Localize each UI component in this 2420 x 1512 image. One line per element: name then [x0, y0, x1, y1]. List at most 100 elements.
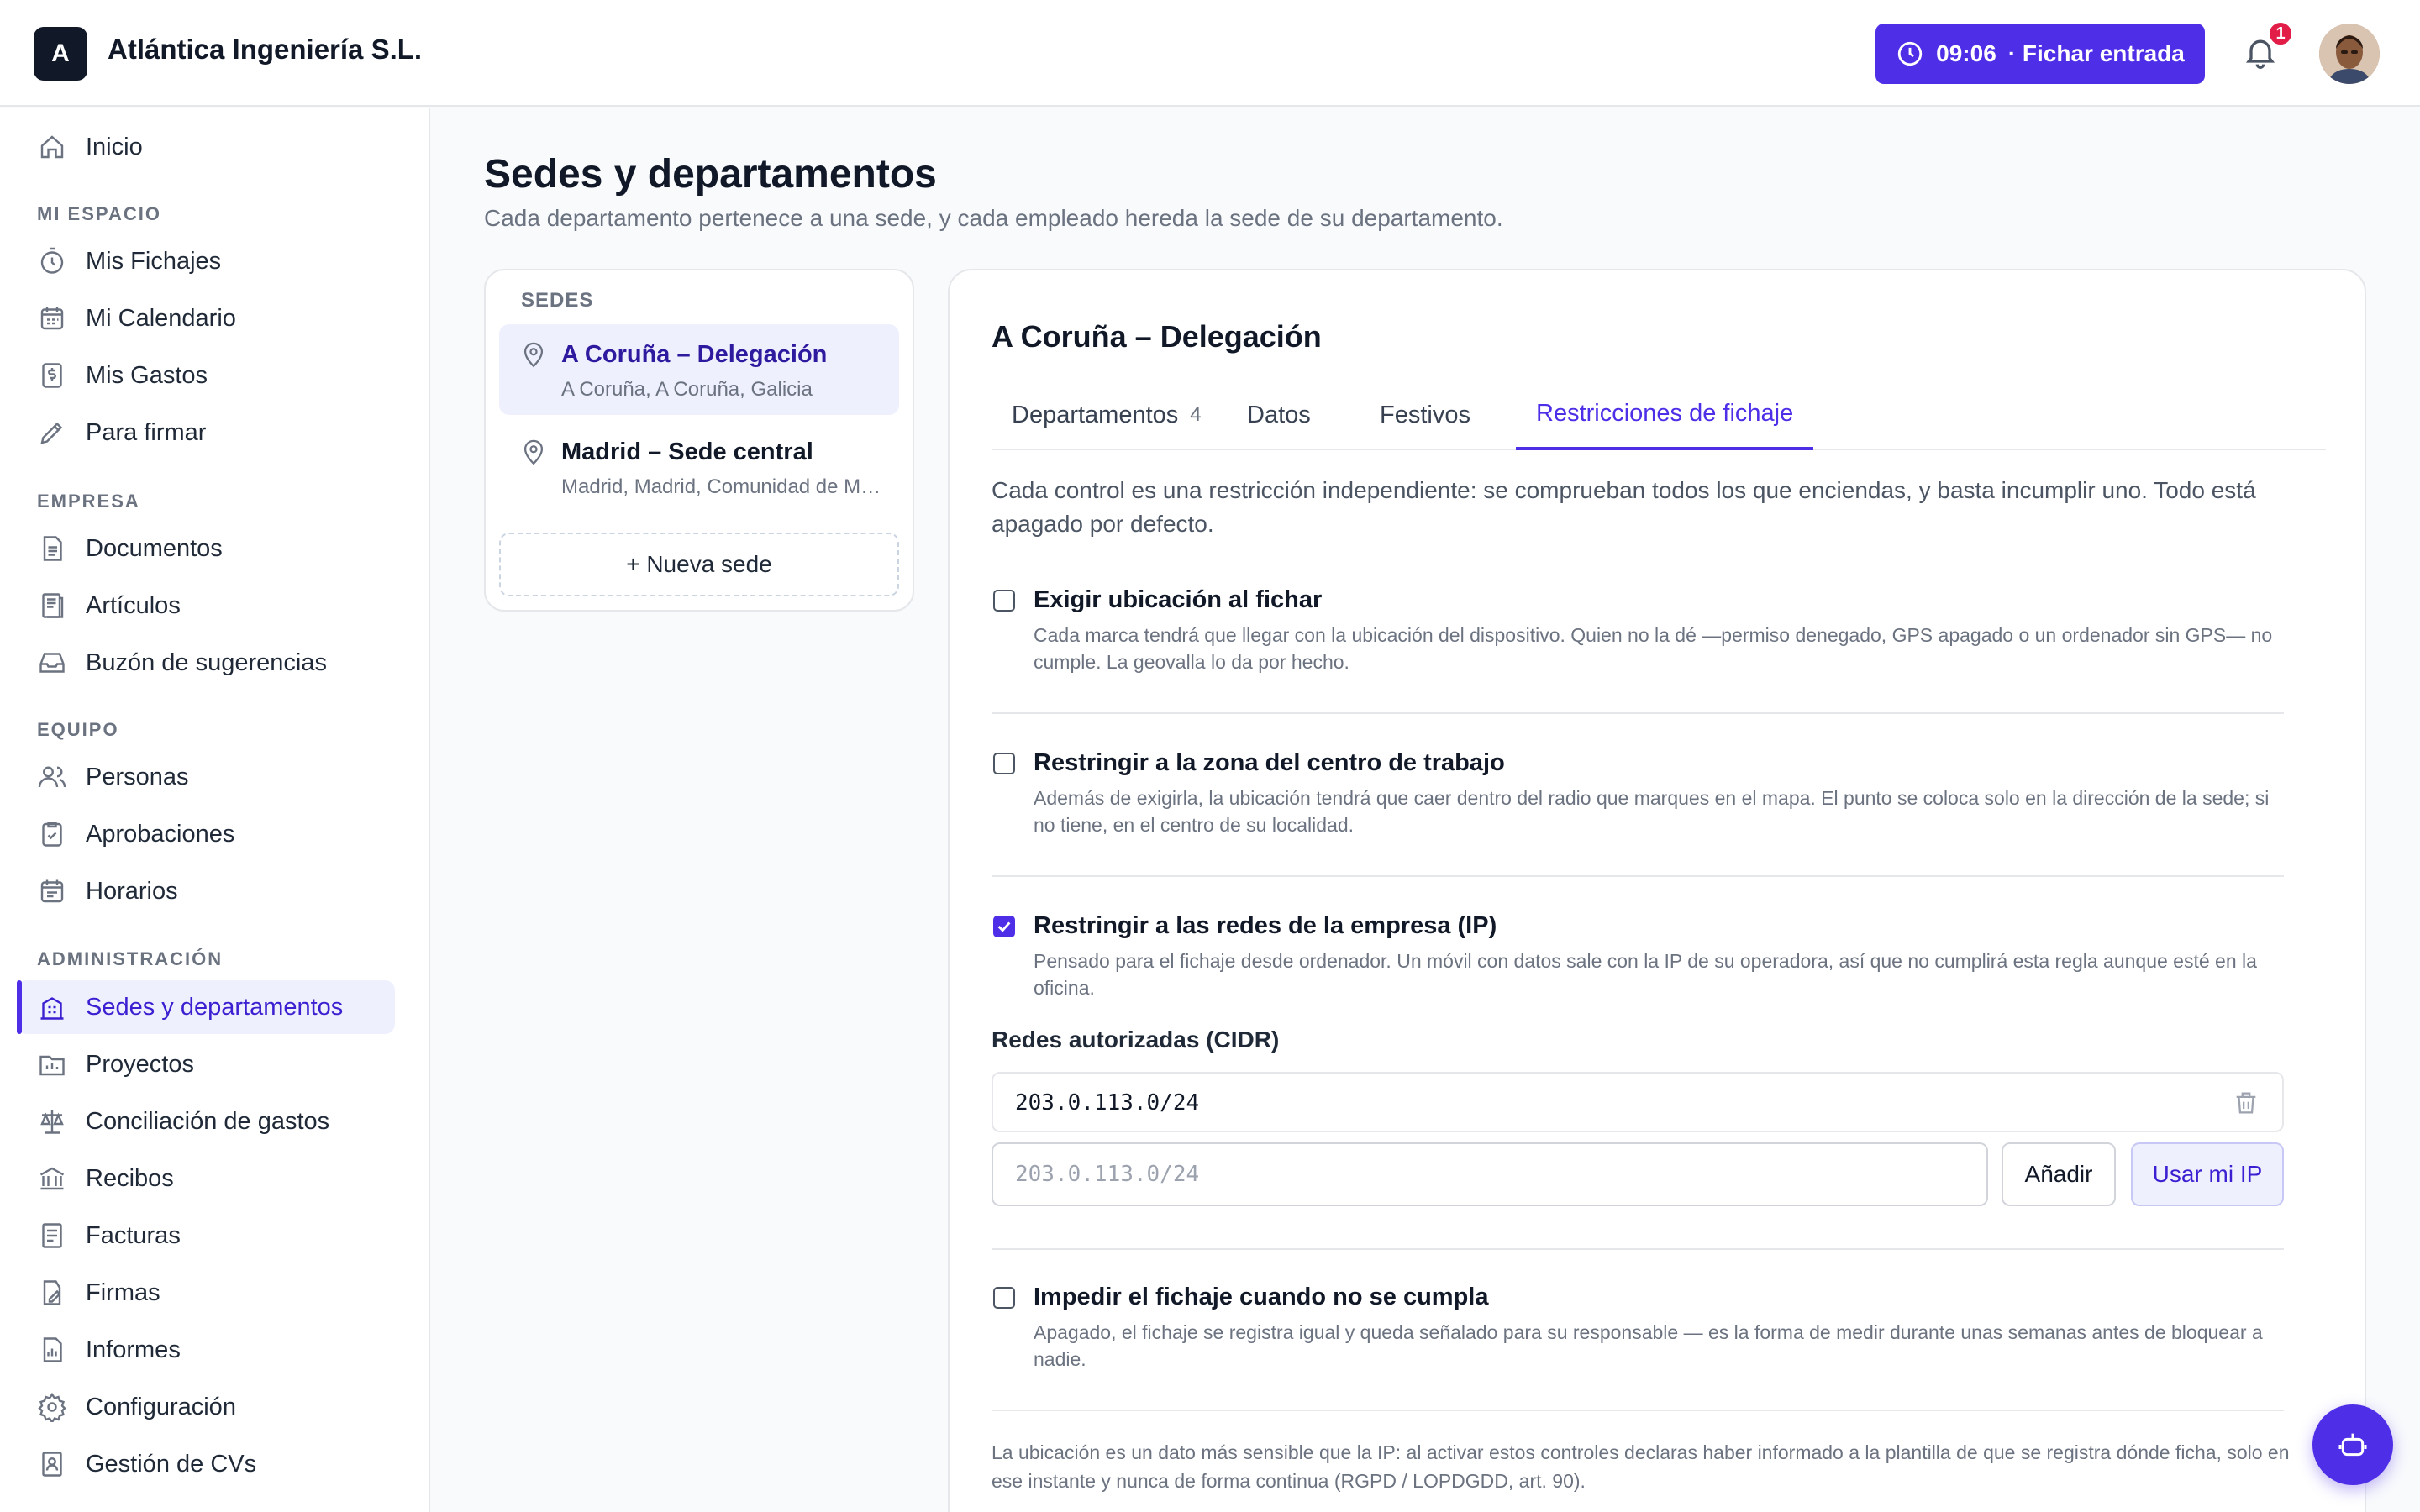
assistant-button[interactable]	[2312, 1404, 2393, 1485]
sidebar-item-label: Informes	[86, 1336, 181, 1363]
sidebar-item-horarios[interactable]: Horarios	[17, 864, 395, 918]
sidebar-item-label: Artículos	[86, 591, 181, 619]
use-my-ip-button[interactable]: Usar mi IP	[2131, 1142, 2284, 1206]
trash-icon[interactable]	[2232, 1089, 2260, 1117]
company-name[interactable]: Atlántica Ingeniería S.L.	[108, 34, 422, 66]
sidebar-item-label: Conciliación de gastos	[86, 1107, 330, 1135]
section-empresa: EMPRESA	[37, 491, 140, 512]
divider	[992, 1248, 2284, 1250]
section-administracion: ADMINISTRACIÓN	[37, 948, 224, 969]
stopwatch-icon	[40, 247, 64, 274]
sidebar-item-label: Mi Calendario	[86, 304, 236, 332]
sidebar-item-documentos[interactable]: Documentos	[17, 522, 395, 575]
tab-label: Festivos	[1380, 401, 1470, 428]
tab-count: 4	[1190, 403, 1202, 426]
sidebar-item-recibos[interactable]: Recibos	[17, 1152, 395, 1205]
cv-icon	[42, 1452, 62, 1477]
rule-checkbox[interactable]	[993, 1287, 1015, 1309]
top-bar: A Atlántica Ingeniería S.L. 09:06 · Fich…	[0, 0, 2420, 107]
gear-icon	[38, 1392, 66, 1422]
tab-label: Restricciones de fichaje	[1536, 399, 1794, 427]
sidebar-item-label: Personas	[86, 763, 189, 790]
new-sede-button[interactable]: + Nueva sede	[499, 533, 899, 596]
sidebar-item-label: Firmas	[86, 1278, 160, 1306]
sidebar-item-mis-fichajes[interactable]: Mis Fichajes	[17, 234, 395, 288]
rule-checkbox[interactable]	[993, 590, 1015, 612]
sidebar-item-label: Aprobaciones	[86, 820, 235, 848]
schedule-icon	[40, 879, 64, 903]
calendar-icon	[40, 307, 64, 330]
divider	[992, 1410, 2284, 1411]
clock-action-label: · Fichar entrada	[2007, 40, 2185, 66]
sidebar-item-label: Facturas	[86, 1221, 181, 1249]
sidebar-item-articulos[interactable]: Artículos	[17, 579, 395, 633]
rule-title[interactable]: Restringir a la zona del centro de traba…	[1034, 749, 1505, 777]
sidebar-item-facturas[interactable]: Facturas	[17, 1209, 395, 1263]
rule-description: Apagado, el fichaje se registra igual y …	[1034, 1321, 2263, 1370]
divider	[992, 712, 2284, 714]
cidr-input[interactable]	[992, 1142, 1988, 1206]
company-logo[interactable]: A	[34, 27, 87, 81]
tab-restricciones[interactable]: Restricciones de fichaje	[1516, 380, 1814, 450]
sidebar-item-gestion-cvs[interactable]: Gestión de CVs	[17, 1437, 395, 1491]
rule-checkbox[interactable]	[993, 753, 1015, 774]
tab-departamentos[interactable]: Departamentos 4	[992, 380, 1222, 450]
sidebar-item-aprobaciones[interactable]: Aprobaciones	[17, 807, 395, 861]
sedes-heading: SEDES	[521, 289, 594, 312]
page-subtitle: Cada departamento pertenece a una sede, …	[484, 205, 1503, 231]
sidebar-item-configuracion[interactable]: Configuración	[17, 1380, 395, 1434]
sede-item-a-coruna[interactable]: A Coruña – Delegación A Coruña, A Coruña…	[499, 324, 899, 415]
scale-icon	[40, 1110, 64, 1134]
invoice-icon	[42, 1223, 62, 1248]
sidebar-item-inicio[interactable]: Inicio	[17, 120, 395, 174]
clock-icon	[1897, 41, 1923, 66]
sidebar-item-conciliacion[interactable]: Conciliación de gastos	[17, 1095, 395, 1148]
sidebar-item-label: Buzón de sugerencias	[86, 648, 327, 676]
rule-checkbox-checked[interactable]	[993, 916, 1015, 937]
book-icon	[42, 593, 64, 618]
sede-item-madrid[interactable]: Madrid – Sede central Madrid, Madrid, Co…	[499, 422, 899, 512]
sidebar-item-buzon[interactable]: Buzón de sugerencias	[17, 636, 395, 690]
section-equipo: EQUIPO	[37, 719, 119, 740]
sidebar-item-para-firmar[interactable]: Para firmar	[17, 406, 395, 459]
rule-description: Además de exigirla, la ubicación tendrá …	[1034, 787, 2270, 836]
check-icon	[997, 921, 1011, 932]
user-avatar[interactable]	[2319, 24, 2380, 84]
rule-title[interactable]: Restringir a las redes de la empresa (IP…	[1034, 912, 1497, 940]
detail-title: A Coruña – Delegación	[992, 319, 1322, 354]
home-icon	[40, 135, 64, 159]
folder-chart-icon	[39, 1055, 65, 1076]
restrictions-intro: Cada control es una restricción independ…	[992, 477, 2256, 537]
sidebar-item-personas[interactable]: Personas	[17, 750, 395, 804]
page-title: Sedes y departamentos	[484, 152, 937, 197]
sede-address: Madrid, Madrid, Comunidad de Madrid	[561, 475, 889, 498]
report-icon	[43, 1337, 62, 1362]
clock-in-button[interactable]: 09:06 · Fichar entrada	[1876, 24, 2205, 84]
sidebar-item-mi-calendario[interactable]: Mi Calendario	[17, 291, 395, 345]
cidr-value: 203.0.113.0/24	[1015, 1090, 1200, 1116]
receipt-dollar-icon	[42, 363, 62, 388]
detail-tabs: Departamentos 4 Datos Festivos Restricci…	[992, 380, 2326, 450]
sidebar-item-sedes[interactable]: Sedes y departamentos	[17, 980, 395, 1034]
sidebar-item-label: Mis Fichajes	[86, 247, 222, 275]
pen-icon	[40, 422, 63, 444]
active-indicator	[17, 980, 22, 1034]
building-icon	[40, 997, 64, 1020]
tab-festivos[interactable]: Festivos	[1360, 380, 1491, 450]
rule-description: Pensado para el fichaje desde ordenador.…	[1034, 950, 2257, 999]
add-cidr-button[interactable]: Añadir	[2002, 1142, 2116, 1206]
sidebar-item-firmas[interactable]: Firmas	[17, 1266, 395, 1320]
sidebar-item-informes[interactable]: Informes	[17, 1323, 395, 1377]
sidebar-item-proyectos[interactable]: Proyectos	[17, 1037, 395, 1091]
rule-title[interactable]: Impedir el fichaje cuando no se cumpla	[1034, 1284, 1488, 1311]
cidr-label: Redes autorizadas (CIDR)	[992, 1026, 1280, 1053]
sede-address: A Coruña, A Coruña, Galicia	[561, 378, 813, 401]
map-pin-icon	[523, 439, 544, 465]
sede-detail-panel: A Coruña – Delegación Departamentos 4 Da…	[948, 269, 2366, 1512]
sidebar-item-mis-gastos[interactable]: Mis Gastos	[17, 349, 395, 402]
rule-description: Cada marca tendrá que llegar con la ubic…	[1034, 624, 2273, 673]
rule-title[interactable]: Exigir ubicación al fichar	[1034, 586, 1322, 614]
tab-datos[interactable]: Datos	[1227, 380, 1331, 450]
sidebar-item-label: Configuración	[86, 1393, 236, 1420]
signature-doc-icon	[43, 1280, 61, 1305]
